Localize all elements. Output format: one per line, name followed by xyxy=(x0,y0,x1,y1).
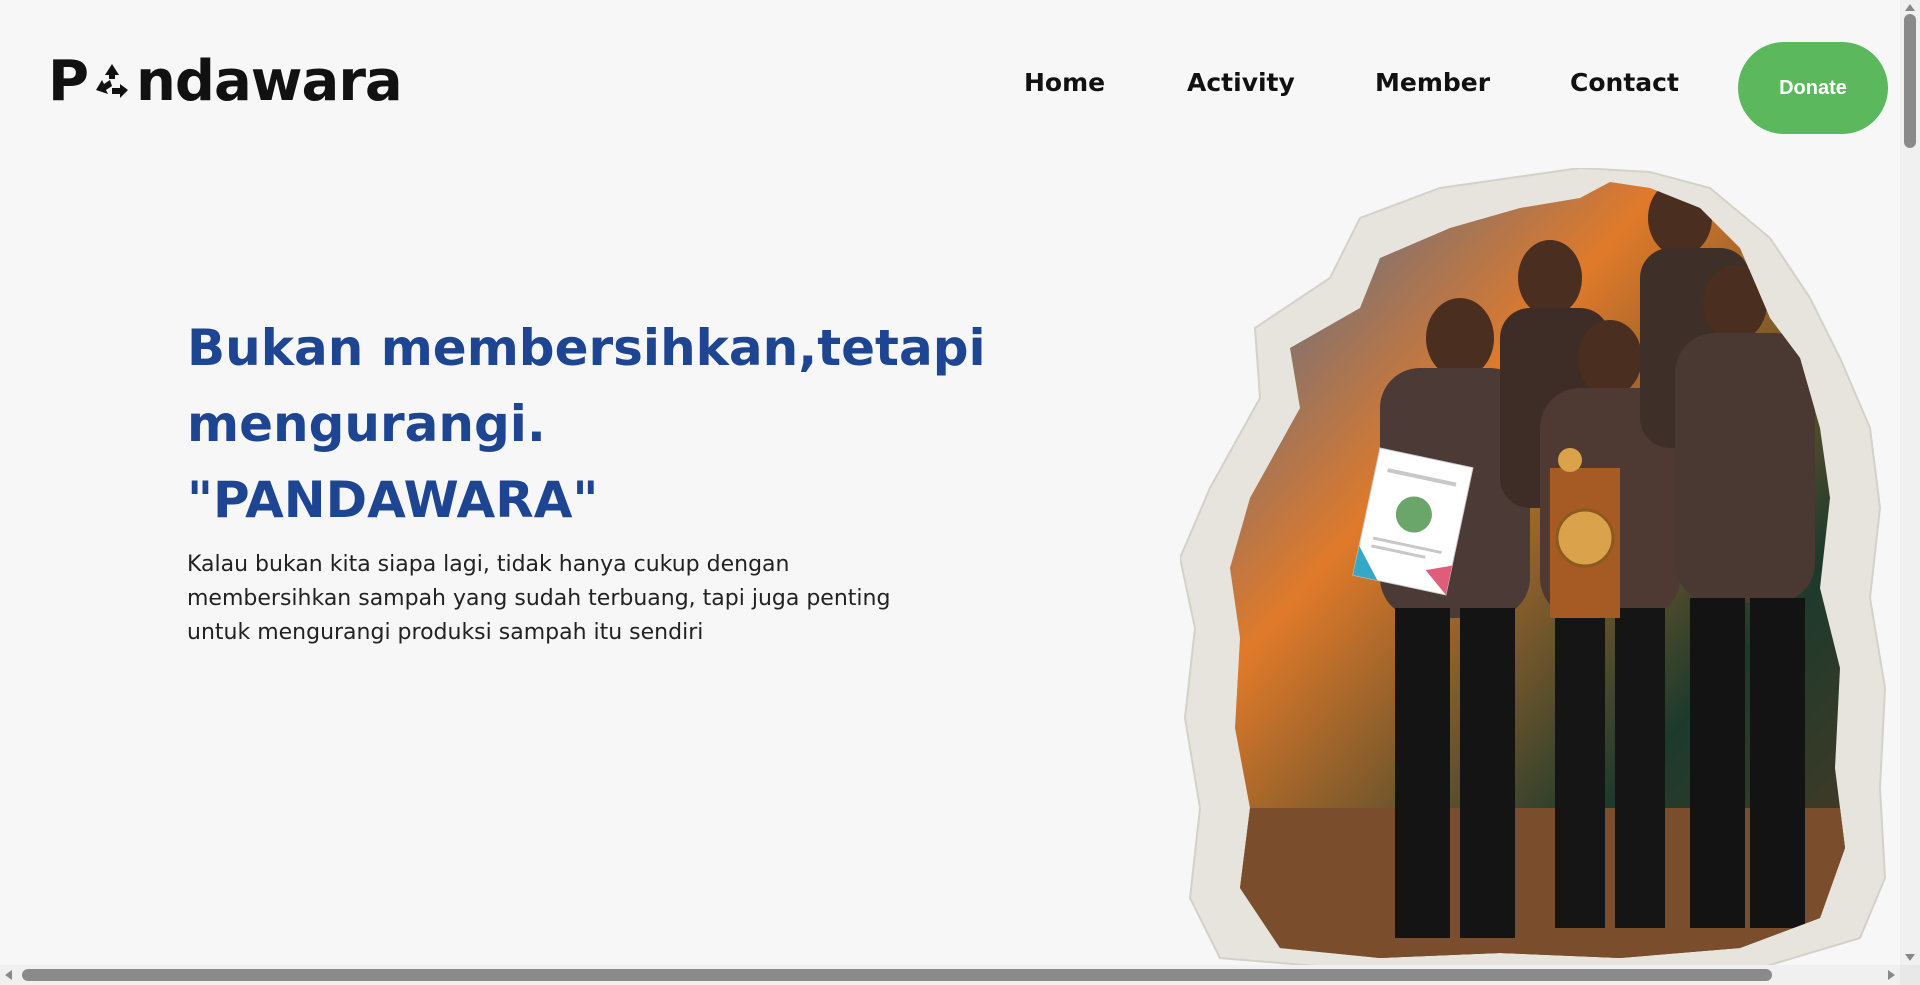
hero-group-photo xyxy=(1180,168,1890,968)
scrollbar-corner xyxy=(1900,965,1920,985)
scroll-up-icon[interactable] xyxy=(1905,4,1915,11)
hero-title-line-3: "PANDAWARA" xyxy=(187,471,599,529)
nav-contact[interactable]: Contact xyxy=(1570,68,1679,97)
nav-member[interactable]: Member xyxy=(1375,68,1490,97)
hero-description: Kalau bukan kita siapa lagi, tidak hanya… xyxy=(187,552,891,645)
nav-home[interactable]: Home xyxy=(1024,68,1105,97)
brand-logo[interactable]: P ndawara xyxy=(48,49,403,114)
horizontal-scrollbar[interactable] xyxy=(0,965,1900,985)
hero-title-line-1: Bukan membersihkan,tetapi xyxy=(187,319,986,377)
scroll-right-icon[interactable] xyxy=(1888,970,1895,980)
logo-text-left: P xyxy=(48,49,89,114)
hero-title-line-2: mengurangi. xyxy=(187,395,546,453)
scroll-down-icon[interactable] xyxy=(1905,954,1915,961)
vertical-scroll-thumb[interactable] xyxy=(1904,14,1916,148)
donate-button[interactable]: Donate xyxy=(1738,42,1888,134)
nav-activity[interactable]: Activity xyxy=(1187,68,1295,97)
hero-title: Bukan membersihkan,tetapi mengurangi. "P… xyxy=(187,310,986,538)
horizontal-scroll-thumb[interactable] xyxy=(22,969,1772,981)
recycle-icon xyxy=(90,60,134,104)
scroll-left-icon[interactable] xyxy=(5,970,12,980)
vertical-scrollbar[interactable] xyxy=(1900,0,1920,965)
logo-text-right: ndawara xyxy=(136,49,403,114)
